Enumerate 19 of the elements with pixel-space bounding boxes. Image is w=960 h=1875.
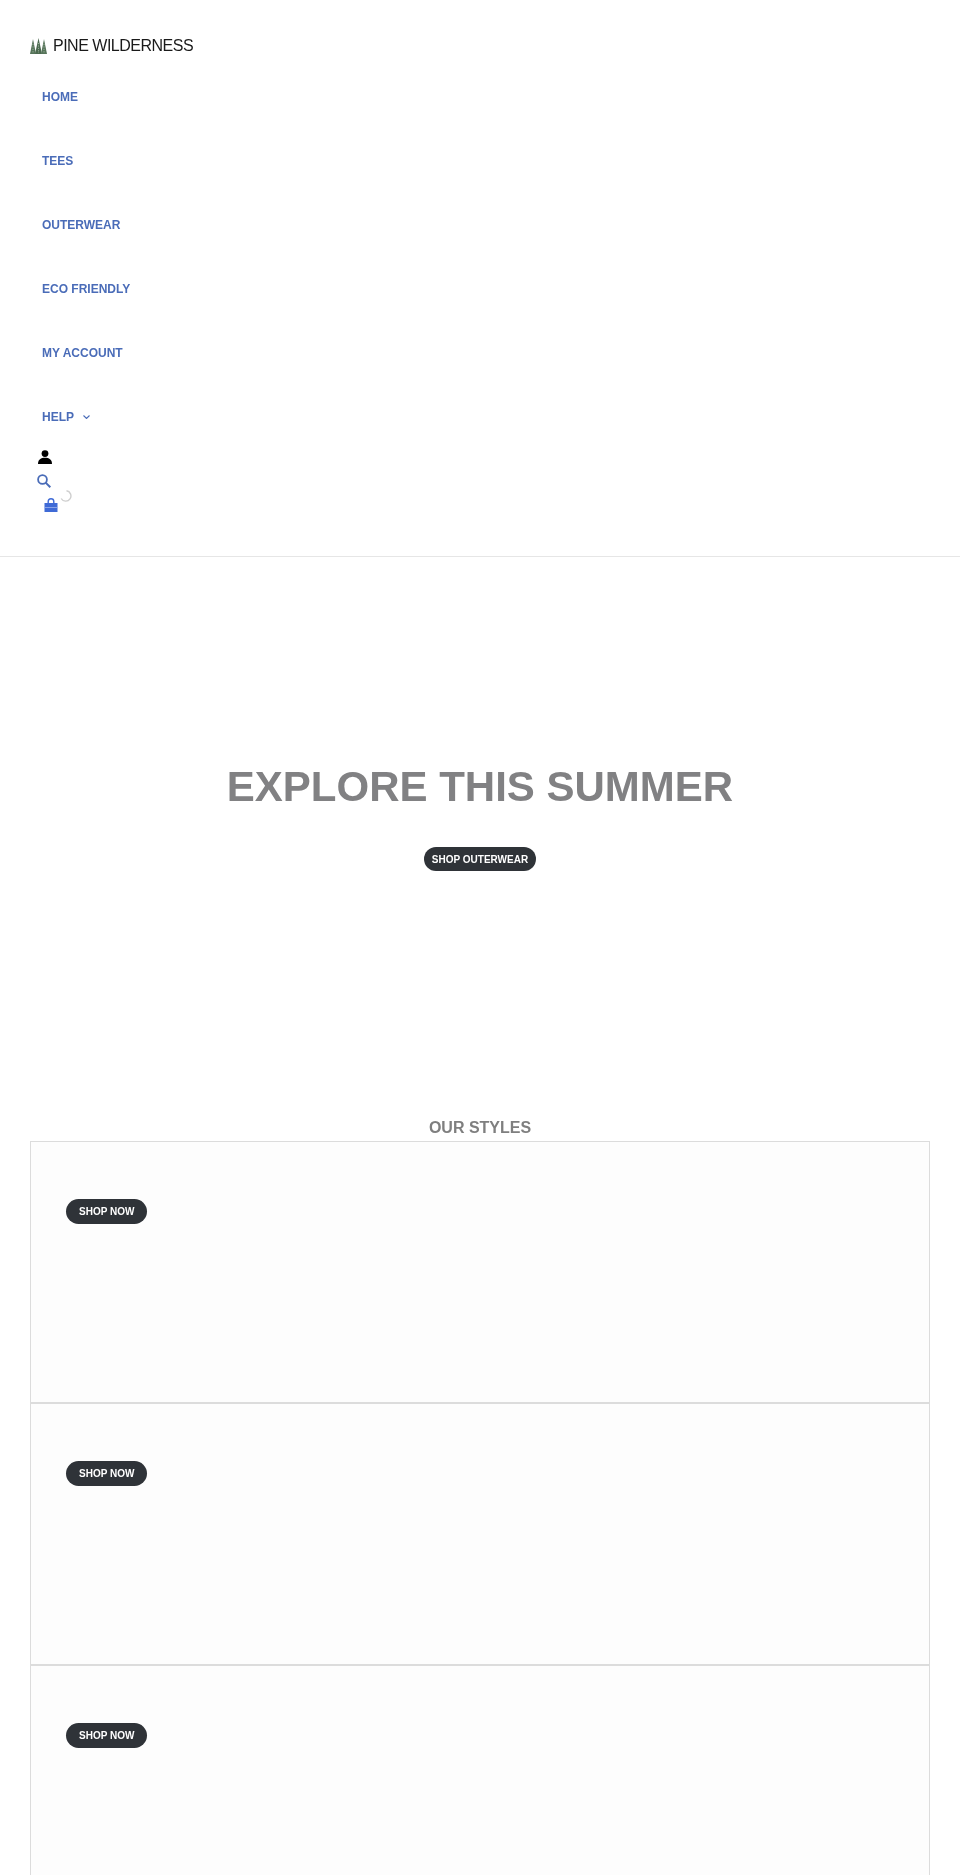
nav-link[interactable]: HELP — [42, 410, 90, 424]
shopping-bag-icon[interactable] — [44, 498, 58, 512]
shop-outerwear-button[interactable]: SHOP OUTERWEAR — [423, 847, 537, 871]
shop-now-button[interactable]: SHOP NOW — [66, 1723, 148, 1748]
chevron-down-icon — [83, 415, 90, 419]
pine-trees-icon — [30, 37, 47, 54]
user-icon[interactable] — [38, 450, 52, 464]
section-heading: OUR STYLES — [428, 1118, 532, 1138]
logo-text[interactable]: PINE WILDERNESS — [53, 37, 194, 54]
nav-link[interactable]: HOME — [42, 90, 78, 104]
nav-link[interactable]: TEES — [42, 154, 74, 168]
shop-now-button[interactable]: SHOP NOW — [66, 1199, 148, 1224]
shop-now-button[interactable]: SHOP NOW — [66, 1461, 148, 1486]
hero-title: EXPLORE THIS SUMMER — [226, 762, 734, 812]
nav-link[interactable]: OUTERWEAR — [42, 218, 121, 232]
search-icon[interactable] — [37, 474, 51, 488]
nav-link[interactable]: MY ACCOUNT — [42, 346, 123, 360]
spinner-icon — [60, 490, 72, 502]
nav-link[interactable]: ECO FRIENDLY — [42, 282, 131, 296]
